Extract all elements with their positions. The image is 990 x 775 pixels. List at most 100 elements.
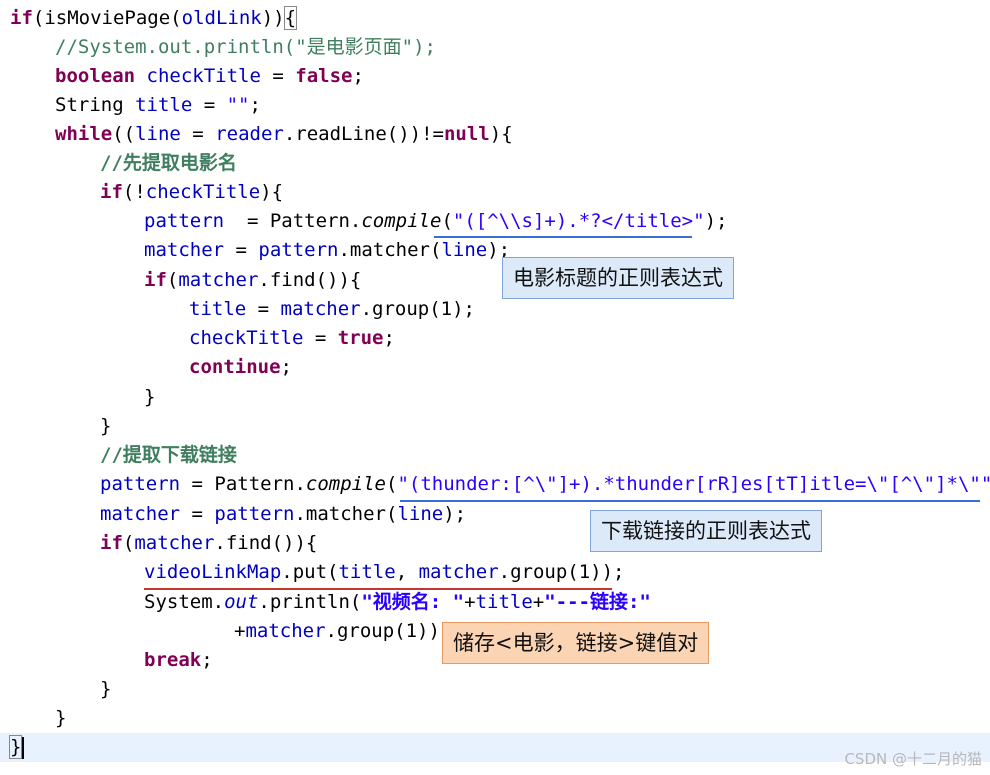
code-line-11[interactable]: title = matcher.group(1); bbox=[189, 295, 475, 324]
paren: ( bbox=[386, 473, 398, 495]
semicolon: ; bbox=[201, 649, 213, 671]
keyword: if bbox=[100, 532, 123, 554]
code-line-1[interactable]: if(isMoviePage(oldLink)){ bbox=[10, 4, 298, 33]
variable: matcher bbox=[418, 561, 499, 583]
paren: (! bbox=[122, 181, 146, 203]
title-regex-note: 电影标题的正则表达式 bbox=[502, 257, 734, 299]
method-name: compile bbox=[305, 473, 386, 495]
code-line-22[interactable]: +matcher.group(1)); bbox=[234, 617, 451, 646]
keyword: if bbox=[144, 269, 167, 291]
brace: } bbox=[55, 707, 67, 729]
method-name: compile bbox=[361, 210, 442, 232]
variable: pattern bbox=[214, 503, 295, 525]
code-line-16[interactable]: //提取下载链接 bbox=[100, 441, 237, 470]
code-line-19[interactable]: if(matcher.find()){ bbox=[100, 529, 317, 558]
comment: //System.out.println("是电影页面"); bbox=[55, 36, 436, 58]
code-line-8[interactable]: pattern = Pattern.compile("([^\\s]+).*?<… bbox=[144, 207, 727, 236]
variable: reader bbox=[215, 123, 284, 145]
variable: matcher bbox=[100, 503, 181, 525]
code-line-23[interactable]: break; bbox=[144, 646, 213, 675]
paren: ){ bbox=[489, 123, 513, 145]
variable: videoLinkMap bbox=[144, 561, 282, 583]
operator: = bbox=[192, 94, 227, 116]
code-line-17[interactable]: pattern = Pattern.compile("(thunder:[^\"… bbox=[100, 470, 990, 499]
code-line-24[interactable]: } bbox=[100, 675, 111, 704]
code-line-25[interactable]: } bbox=[55, 704, 66, 733]
operator: = bbox=[303, 327, 338, 349]
method-call: .find()){ bbox=[214, 532, 318, 554]
code-line-18[interactable]: matcher = pattern.matcher(line); bbox=[100, 500, 466, 529]
variable: checkTitle bbox=[189, 327, 304, 349]
paren: ( bbox=[166, 269, 179, 291]
variable: matcher bbox=[134, 532, 215, 554]
string-literal: "---链接:" bbox=[544, 591, 651, 613]
semicolon: ; bbox=[352, 65, 364, 87]
string-literal: "" bbox=[226, 94, 250, 116]
map-note: 储存<电影，链接>键值对 bbox=[442, 622, 710, 664]
operator: = bbox=[224, 239, 259, 261]
code-line-5[interactable]: while((line = reader.readLine())!=null){ bbox=[55, 120, 513, 149]
matching-brace: } bbox=[8, 735, 23, 759]
variable: checkTitle bbox=[145, 181, 261, 203]
code-line-15[interactable]: } bbox=[100, 412, 111, 441]
method-call: .group(1)); bbox=[498, 561, 625, 583]
code-line-6[interactable]: //先提取电影名 bbox=[100, 149, 237, 178]
operator: + bbox=[464, 591, 476, 613]
variable: pattern bbox=[258, 239, 339, 261]
title-regex-underline bbox=[434, 236, 692, 238]
method-call: .println( bbox=[258, 591, 362, 613]
keyword: continue bbox=[189, 356, 281, 378]
link-regex-string: "(thunder:[^\"]+).*thunder[rR]es[tT]itle… bbox=[397, 473, 990, 495]
variable: checkTitle bbox=[135, 65, 261, 87]
code-line-21[interactable]: System.out.println("视频名: "+title+"---链接:… bbox=[144, 588, 651, 617]
keyword: true bbox=[337, 327, 384, 349]
operator: = bbox=[180, 503, 215, 525]
paren: ( bbox=[122, 532, 135, 554]
paren: ( bbox=[32, 7, 45, 29]
variable: matcher bbox=[245, 620, 326, 642]
brace: } bbox=[100, 415, 112, 437]
brace: } bbox=[100, 678, 112, 700]
operator: + bbox=[234, 620, 246, 642]
code-line-7[interactable]: if(!checkTitle){ bbox=[100, 178, 283, 207]
code-line-13[interactable]: continue; bbox=[189, 353, 292, 382]
semicolon: ; bbox=[280, 356, 292, 378]
keyword: if bbox=[100, 181, 123, 203]
code-line-14[interactable]: } bbox=[144, 383, 155, 412]
argument: oldLink bbox=[181, 7, 262, 29]
keyword: boolean bbox=[55, 65, 136, 87]
code-line-3[interactable]: boolean checkTitle = false; bbox=[55, 62, 364, 91]
variable: matcher bbox=[280, 298, 361, 320]
string-literal: "视频名: " bbox=[361, 591, 465, 613]
paren: ); bbox=[443, 503, 467, 525]
method-call: .group(1); bbox=[360, 298, 475, 320]
code-line-2[interactable]: //System.out.println("是电影页面"); bbox=[55, 33, 436, 62]
code-line-20[interactable]: videoLinkMap.put(title, matcher.group(1)… bbox=[144, 558, 625, 587]
variable: pattern bbox=[100, 473, 181, 495]
code-line-4[interactable]: String title = ""; bbox=[55, 91, 261, 120]
method-call: .put( bbox=[281, 561, 339, 583]
keyword: break bbox=[144, 649, 202, 671]
type-name: String bbox=[55, 94, 124, 116]
code-editor[interactable]: if(isMoviePage(oldLink)){ //System.out.p… bbox=[0, 0, 990, 775]
operator: = Pattern. bbox=[224, 210, 362, 232]
variable: title bbox=[189, 298, 247, 320]
paren: )) bbox=[261, 7, 285, 29]
type-name: System. bbox=[144, 591, 225, 613]
link-regex-underline bbox=[400, 500, 980, 502]
watermark: CSDN @十二月的猫 bbox=[844, 750, 982, 768]
code-line-26[interactable]: } bbox=[8, 733, 25, 762]
variable: matcher bbox=[144, 239, 225, 261]
title-regex-string: "([^\\s]+).*?</title>" bbox=[452, 210, 705, 232]
keyword: false bbox=[295, 65, 353, 87]
code-line-9[interactable]: matcher = pattern.matcher(line); bbox=[144, 236, 510, 265]
operator: + bbox=[532, 591, 545, 613]
keyword: while bbox=[55, 123, 113, 145]
matching-brace: { bbox=[283, 6, 298, 30]
operator: = Pattern. bbox=[180, 473, 306, 495]
text-cursor bbox=[22, 736, 25, 759]
code-line-10[interactable]: if(matcher.find()){ bbox=[144, 266, 361, 295]
method-call: .find()){ bbox=[258, 269, 362, 291]
code-line-12[interactable]: checkTitle = true; bbox=[189, 324, 395, 353]
paren: (( bbox=[112, 123, 136, 145]
